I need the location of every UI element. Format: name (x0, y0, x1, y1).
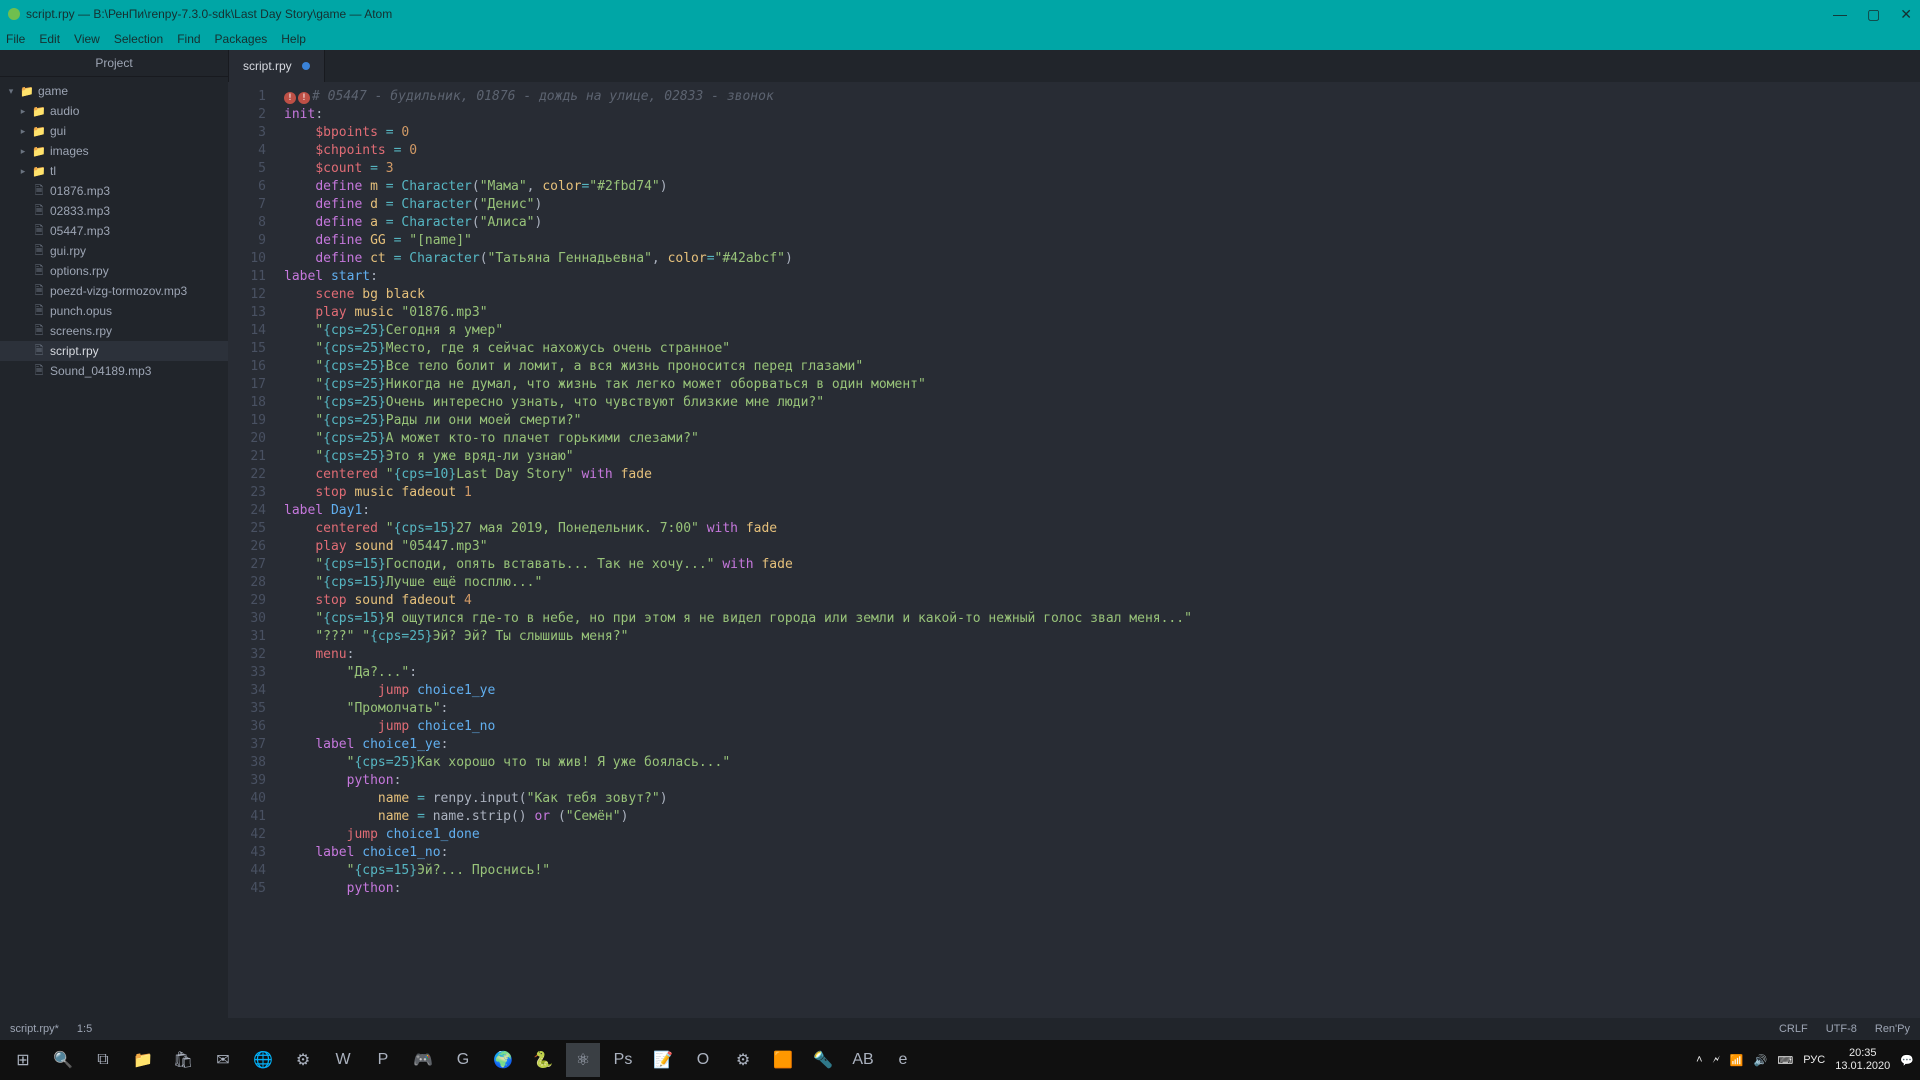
editor-tabs: script.rpy (228, 50, 1920, 82)
status-cursor-pos[interactable]: 1:5 (77, 1023, 92, 1035)
file-icon (32, 262, 46, 281)
taskbar-sublime-icon[interactable]: 🟧 (766, 1043, 800, 1077)
tree-root[interactable]: ▾game (0, 81, 228, 101)
tree-arrow-icon: ▸ (18, 146, 28, 157)
file-icon (32, 222, 46, 241)
code-editor[interactable]: !!# 05447 - будильник, 01876 - дождь на … (276, 82, 1920, 1018)
menu-find[interactable]: Find (177, 32, 200, 46)
file-icon (32, 202, 46, 221)
taskbar-mail-icon[interactable]: ✉ (206, 1043, 240, 1077)
menubar: File Edit View Selection Find Packages H… (0, 28, 1920, 50)
tree-arrow-icon: ▸ (18, 126, 28, 137)
taskbar-store-icon[interactable]: 🛍 (166, 1043, 200, 1077)
taskbar-opera-icon[interactable]: O (686, 1043, 720, 1077)
window-titlebar: script.rpy — B:\РенПи\renpy-7.3.0-sdk\La… (0, 0, 1920, 28)
tree-folder-gui[interactable]: ▸gui (0, 121, 228, 141)
taskbar-win-icon[interactable]: ⊞ (6, 1043, 40, 1077)
tree-arrow-icon: ▸ (18, 166, 28, 177)
tab-label: script.rpy (243, 59, 292, 73)
taskbar-torch-icon[interactable]: 🔦 (806, 1043, 840, 1077)
file-icon (32, 282, 46, 301)
system-tray: ˄ 🗲 📶 🔊 ⌨ РУС 20:35 13.01.2020 💬 (1696, 1047, 1914, 1073)
tray-notifications-icon[interactable]: 💬 (1900, 1054, 1914, 1067)
tray-ime-icon[interactable]: ⌨ (1777, 1054, 1793, 1067)
tray-wifi-icon[interactable]: 📶 (1730, 1054, 1744, 1067)
file-icon (32, 242, 46, 261)
taskbar-taskview-icon[interactable]: ⧉ (86, 1043, 120, 1077)
project-sidebar: Project ▾game▸audio▸gui▸images▸tl01876.m… (0, 50, 228, 1018)
folder-icon (20, 85, 34, 98)
tree-file-options-rpy[interactable]: options.rpy (0, 261, 228, 281)
tree-file-punch-opus[interactable]: punch.opus (0, 301, 228, 321)
folder-icon (32, 105, 46, 118)
taskbar-grammarly-icon[interactable]: G (446, 1043, 480, 1077)
statusbar: script.rpy* 1:5 CRLF UTF-8 Ren'Py (0, 1018, 1920, 1040)
tree-file-script-rpy[interactable]: script.rpy (0, 341, 228, 361)
window-title: script.rpy — B:\РенПи\renpy-7.3.0-sdk\La… (26, 7, 392, 21)
tray-clock[interactable]: 20:35 13.01.2020 (1835, 1047, 1890, 1073)
status-eol[interactable]: CRLF (1779, 1023, 1808, 1035)
tree-folder-audio[interactable]: ▸audio (0, 101, 228, 121)
taskbar-search-icon[interactable]: 🔍 (46, 1043, 80, 1077)
menu-view[interactable]: View (74, 32, 100, 46)
tree-file-screens-rpy[interactable]: screens.rpy (0, 321, 228, 341)
status-language[interactable]: Ren'Py (1875, 1023, 1910, 1035)
taskbar-word-icon[interactable]: W (326, 1043, 360, 1077)
taskbar-atom-icon[interactable]: ⚛ (566, 1043, 600, 1077)
taskbar-abnet-icon[interactable]: AB (846, 1043, 880, 1077)
tree-arrow-icon: ▸ (18, 106, 28, 117)
tab-dirty-icon (302, 62, 310, 70)
windows-taskbar: ⊞🔍⧉📁🛍✉🌐⚙WP🎮G🌍🐍⚛Ps📝O⚙🟧🔦ABe ˄ 🗲 📶 🔊 ⌨ РУС … (0, 1040, 1920, 1080)
taskbar-settings-icon[interactable]: ⚙ (726, 1043, 760, 1077)
tree-file-01876-mp3[interactable]: 01876.mp3 (0, 181, 228, 201)
tree-file-05447-mp3[interactable]: 05447.mp3 (0, 221, 228, 241)
tree-folder-tl[interactable]: ▸tl (0, 161, 228, 181)
file-icon (32, 362, 46, 381)
minimize-button[interactable]: — (1833, 6, 1847, 23)
tree-file-02833-mp3[interactable]: 02833.mp3 (0, 201, 228, 221)
tray-volume-icon[interactable]: 🔊 (1754, 1054, 1768, 1067)
tray-battery-icon[interactable]: 🗲 (1713, 1054, 1720, 1067)
folder-icon (32, 145, 46, 158)
atom-icon (8, 8, 20, 20)
editor-area: script.rpy 12345678910111213141516171819… (228, 50, 1920, 1018)
status-filename[interactable]: script.rpy* (10, 1023, 59, 1035)
folder-icon (32, 125, 46, 138)
menu-help[interactable]: Help (281, 32, 306, 46)
taskbar-photoshop-icon[interactable]: Ps (606, 1043, 640, 1077)
taskbar-edge-icon[interactable]: e (886, 1043, 920, 1077)
tree-arrow-icon: ▾ (6, 86, 16, 97)
tree-file-gui-rpy[interactable]: gui.rpy (0, 241, 228, 261)
taskbar-steam-icon[interactable]: ⚙ (286, 1043, 320, 1077)
tray-language[interactable]: РУС (1803, 1054, 1825, 1066)
maximize-button[interactable]: ▢ (1867, 6, 1880, 23)
tab-scriptrpy[interactable]: script.rpy (229, 50, 325, 82)
line-number-gutter: 1234567891011121314151617181920212223242… (228, 82, 276, 1018)
taskbar-renpy-icon[interactable]: 🐍 (526, 1043, 560, 1077)
menu-file[interactable]: File (6, 32, 25, 46)
file-icon (32, 322, 46, 341)
tree-file-Sound_04189-mp3[interactable]: Sound_04189.mp3 (0, 361, 228, 381)
folder-icon (32, 165, 46, 178)
close-button[interactable]: ✕ (1900, 6, 1912, 23)
file-icon (32, 342, 46, 361)
tree-file-poezd-vizg-tormozov-mp3[interactable]: poezd-vizg-tormozov.mp3 (0, 281, 228, 301)
tree-folder-images[interactable]: ▸images (0, 141, 228, 161)
sidebar-header: Project (0, 50, 228, 77)
taskbar-chrome-icon[interactable]: 🌐 (246, 1043, 280, 1077)
taskbar-globe-icon[interactable]: 🌍 (486, 1043, 520, 1077)
menu-selection[interactable]: Selection (114, 32, 163, 46)
taskbar-notes-icon[interactable]: 📝 (646, 1043, 680, 1077)
menu-edit[interactable]: Edit (39, 32, 60, 46)
taskbar-discord-icon[interactable]: 🎮 (406, 1043, 440, 1077)
taskbar-explorer-icon[interactable]: 📁 (126, 1043, 160, 1077)
tray-chevron-up-icon[interactable]: ˄ (1696, 1054, 1702, 1066)
taskbar-powerpoint-icon[interactable]: P (366, 1043, 400, 1077)
menu-packages[interactable]: Packages (215, 32, 268, 46)
status-encoding[interactable]: UTF-8 (1826, 1023, 1857, 1035)
file-icon (32, 182, 46, 201)
file-icon (32, 302, 46, 321)
